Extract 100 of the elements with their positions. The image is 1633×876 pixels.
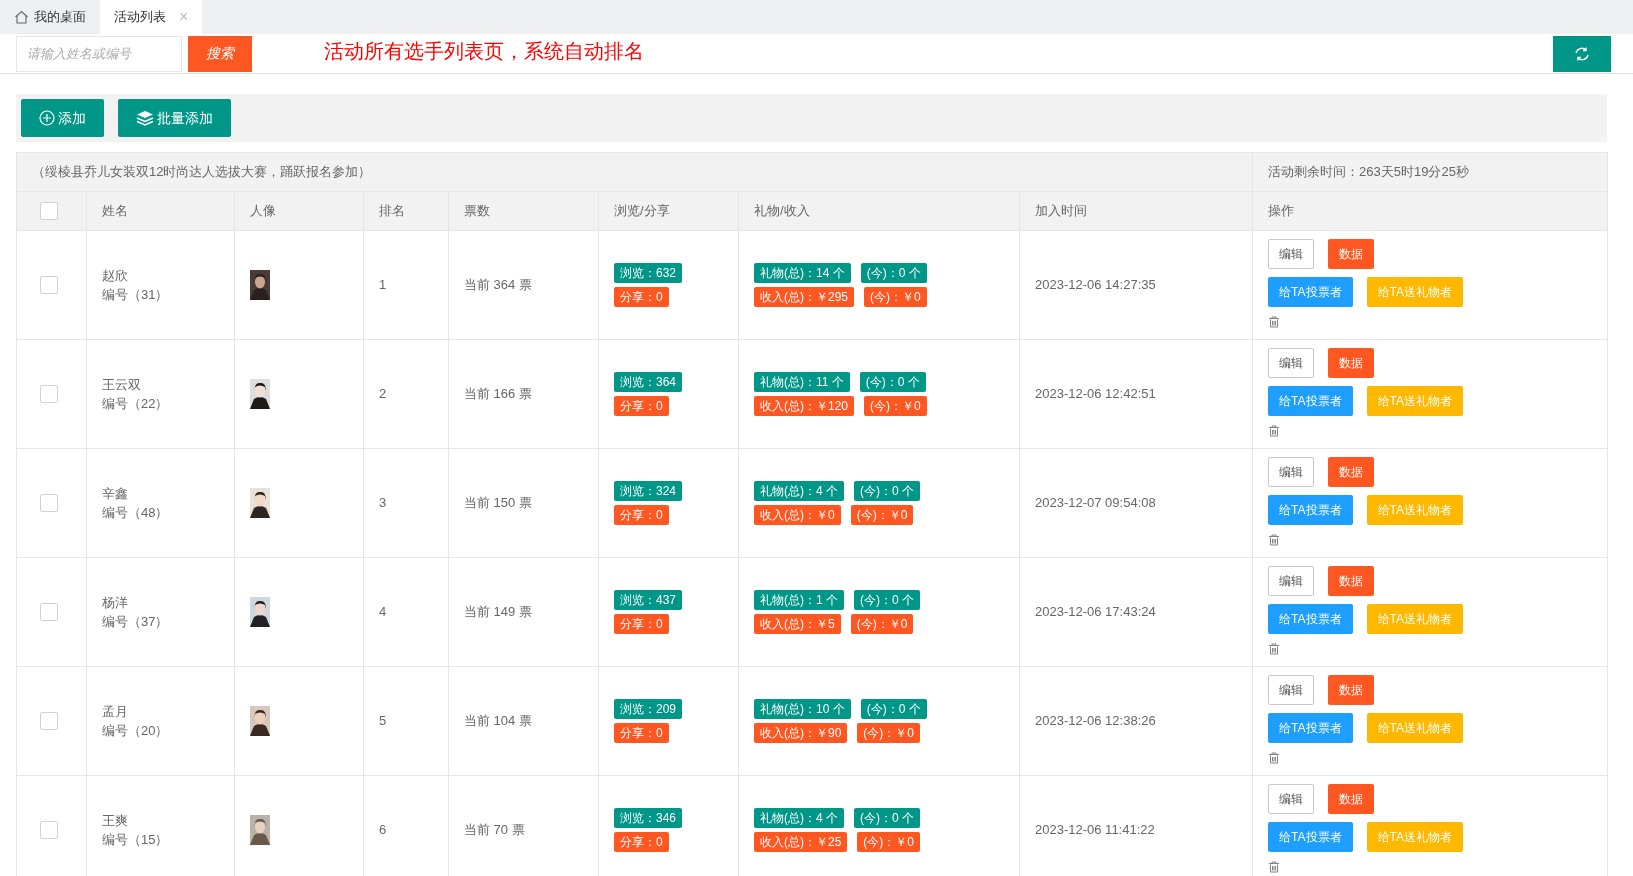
gifts-badge: 礼物(总)：4 个 [754,808,844,828]
rank-text: 6 [379,822,387,838]
contestant-number: 编号（31） [102,286,170,304]
action-button[interactable]: 数据 [1328,784,1375,815]
action-button[interactable]: 给TA投票者 [1268,495,1353,526]
close-icon[interactable]: × [179,5,189,29]
join-time: 2023-12-06 11:41:22 [1035,822,1155,838]
add-button[interactable]: 批量添加 [118,99,231,137]
action-button[interactable]: 数据 [1328,239,1375,270]
action-button[interactable]: 给TA投票者 [1268,386,1353,417]
views-badge: 浏览：324 [614,481,683,501]
checkbox[interactable] [40,603,58,621]
checkbox[interactable] [40,712,58,730]
views-badge: 浏览：364 [614,372,683,392]
action-button[interactable]: 给TA投票者 [1268,822,1353,853]
shares-badge: 分享：0 [614,832,669,852]
gifts-badge: (今)：0 个 [854,808,920,828]
join-time: 2023-12-06 17:43:24 [1035,604,1156,620]
checkbox[interactable] [40,494,58,512]
layers-icon [136,110,154,126]
votes-text: 当前 70 票 [464,822,525,838]
trash-icon[interactable] [1268,642,1281,655]
income-badge: 收入(总)：￥120 [754,396,854,416]
trash-icon[interactable] [1268,315,1281,328]
action-button[interactable]: 给TA投票者 [1268,713,1353,744]
income-badge: (今)：￥0 [850,614,914,634]
income-badge: (今)：￥0 [850,505,914,525]
checkbox[interactable] [40,276,58,294]
views-badge: 浏览：346 [614,808,683,828]
action-button[interactable]: 数据 [1328,675,1375,706]
tab[interactable]: 活动列表 × [100,0,203,34]
rank-text: 3 [379,495,387,511]
votes-text: 当前 150 票 [464,495,532,511]
add-button[interactable]: 添加 [21,99,104,137]
views-badge: 浏览：437 [614,590,683,610]
rank-text: 4 [379,604,387,620]
trash-icon[interactable] [1268,424,1281,437]
contestant-name: 王爽 [102,811,129,830]
action-button[interactable]: 给TA送礼物者 [1366,386,1463,417]
column-header: 浏览/分享 [614,203,670,219]
gifts-badge: (今)：0 个 [854,481,920,501]
edit-button[interactable]: 编辑 [1268,348,1315,379]
contestant-name: 杨洋 [102,593,129,612]
checkbox[interactable] [40,821,58,839]
votes-text: 当前 166 票 [464,386,532,402]
action-button[interactable]: 给TA送礼物者 [1366,604,1463,635]
income-badge: (今)：￥0 [857,832,920,852]
rank-text: 2 [379,386,387,402]
action-button[interactable]: 给TA送礼物者 [1366,713,1463,744]
rank-text: 5 [379,713,387,729]
trash-icon[interactable] [1268,860,1281,873]
income-badge: 收入(总)：￥25 [754,832,848,852]
trash-icon[interactable] [1268,533,1281,546]
votes-text: 当前 364 票 [464,277,532,293]
gifts-badge: 礼物(总)：4 个 [754,481,844,501]
gifts-badge: 礼物(总)：14 个 [754,263,851,283]
checkbox[interactable] [40,202,58,220]
action-button[interactable]: 数据 [1328,566,1375,597]
edit-button[interactable]: 编辑 [1268,675,1315,706]
rank-text: 1 [379,277,387,293]
views-badge: 浏览：632 [614,263,683,283]
votes-text: 当前 104 票 [464,713,532,729]
shares-badge: 分享：0 [614,396,669,416]
action-button[interactable]: 给TA投票者 [1268,604,1353,635]
contestant-name: 王云双 [102,375,142,394]
trash-icon[interactable] [1268,751,1281,764]
tab[interactable]: 我的桌面 [0,0,100,34]
action-button[interactable]: 给TA送礼物者 [1366,495,1463,526]
column-header: 姓名 [102,203,128,219]
home-icon [14,10,29,24]
contestant-name: 孟月 [102,702,129,721]
search-field[interactable]: 请输入姓名或编号 [16,35,182,72]
gifts-badge: (今)：0 个 [860,699,927,719]
edit-button[interactable]: 编辑 [1268,239,1315,270]
shares-badge: 分享：0 [614,505,669,525]
edit-button[interactable]: 编辑 [1268,566,1315,597]
gifts-badge: 礼物(总)：1 个 [754,590,844,610]
contestant-name: 辛鑫 [102,484,129,503]
refresh-button[interactable] [1553,35,1611,72]
action-button[interactable]: 给TA投票者 [1268,277,1353,308]
edit-button[interactable]: 编辑 [1268,457,1315,488]
column-header: 礼物/收入 [754,203,810,219]
income-badge: 收入(总)：￥295 [754,287,854,307]
action-button[interactable]: 给TA送礼物者 [1366,277,1463,308]
join-time: 2023-12-06 14:27:35 [1035,277,1156,293]
refresh-icon [1573,45,1591,62]
caption-text: （绥棱县乔儿女装双12时尚达人选拔大赛，踊跃报名参加） [32,164,372,180]
action-button[interactable]: 数据 [1328,457,1375,488]
gifts-badge: 礼物(总)：11 个 [754,372,850,392]
join-time: 2023-12-06 12:38:26 [1035,713,1156,729]
action-button[interactable]: 数据 [1328,348,1375,379]
search-button[interactable]: 搜索 [188,35,252,72]
join-time: 2023-12-07 09:54:08 [1035,495,1156,511]
column-header: 票数 [464,203,490,219]
action-button[interactable]: 给TA送礼物者 [1366,822,1463,853]
gifts-badge: (今)：0 个 [859,372,926,392]
contestant-number: 编号（20） [102,722,170,740]
checkbox[interactable] [40,385,58,403]
gifts-badge: 礼物(总)：10 个 [754,699,851,719]
edit-button[interactable]: 编辑 [1268,784,1315,815]
